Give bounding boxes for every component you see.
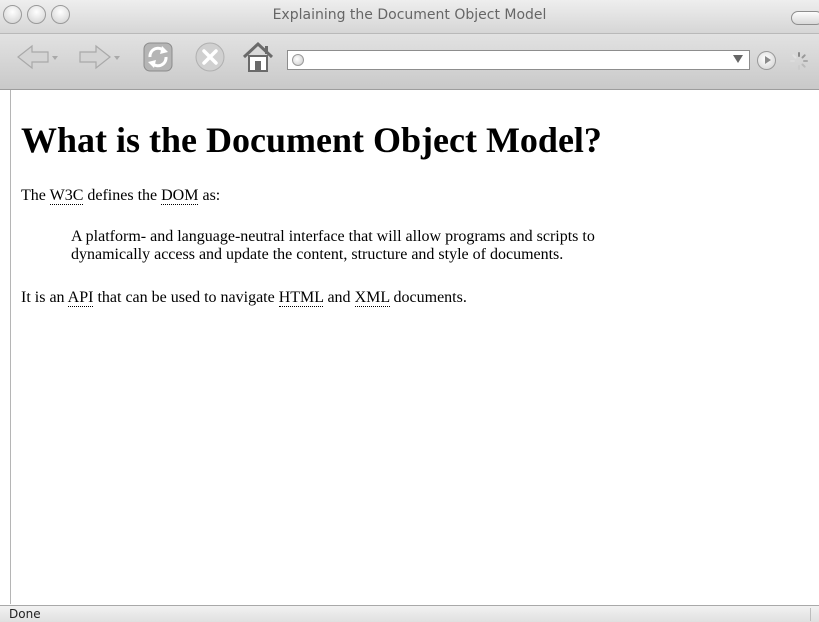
toolbar-toggle-button[interactable] bbox=[791, 11, 819, 25]
api-paragraph: It is an API that can be used to navigat… bbox=[21, 289, 467, 307]
reload-button[interactable] bbox=[138, 40, 178, 74]
address-dropdown-button[interactable] bbox=[733, 55, 743, 63]
quote-line-2: dynamically access and update the conten… bbox=[71, 246, 564, 263]
forward-button[interactable] bbox=[76, 40, 122, 74]
dom-definition-paragraph: The W3C defines the DOM as: bbox=[21, 187, 220, 205]
html-abbreviation[interactable]: HTML bbox=[278, 289, 324, 307]
status-text: Done bbox=[9, 607, 41, 621]
navigation-toolbar bbox=[0, 34, 819, 90]
stop-icon bbox=[195, 42, 225, 72]
api-text-end: documents. bbox=[389, 289, 467, 306]
browser-window: Explaining the Document Object Model Wha… bbox=[0, 0, 819, 622]
status-bar-panel bbox=[810, 608, 819, 621]
api-text-middle: that can be used to navigate bbox=[93, 289, 279, 306]
window-title: Explaining the Document Object Model bbox=[272, 7, 547, 23]
address-bar bbox=[287, 50, 750, 70]
loading-throbber-icon bbox=[790, 52, 808, 70]
go-button[interactable] bbox=[757, 51, 776, 70]
stop-button[interactable] bbox=[190, 40, 230, 74]
w3c-definition-quote: A platform- and language-neutral interfa… bbox=[71, 228, 595, 264]
intro-text-start: The bbox=[21, 187, 50, 204]
quote-line-1: A platform- and language-neutral interfa… bbox=[71, 228, 595, 245]
address-input[interactable] bbox=[310, 52, 710, 68]
reload-icon bbox=[143, 42, 173, 72]
dom-abbreviation[interactable]: DOM bbox=[161, 187, 199, 205]
xml-abbreviation[interactable]: XML bbox=[354, 289, 390, 307]
title-bar: Explaining the Document Object Model bbox=[0, 0, 819, 34]
back-button[interactable] bbox=[14, 40, 60, 74]
page-heading: What is the Document Object Model? bbox=[21, 120, 602, 160]
intro-text-end: as: bbox=[198, 187, 221, 204]
site-identity-icon bbox=[292, 54, 304, 66]
page-content: What is the Document Object Model? The W… bbox=[10, 90, 819, 604]
intro-text-middle: defines the bbox=[83, 187, 162, 204]
api-text-and: and bbox=[323, 289, 355, 306]
api-abbreviation[interactable]: API bbox=[67, 289, 94, 307]
status-bar: Done bbox=[0, 605, 819, 622]
back-arrow-icon bbox=[17, 44, 58, 70]
api-text-start: It is an bbox=[21, 289, 68, 306]
home-button[interactable] bbox=[238, 40, 278, 74]
home-icon bbox=[242, 41, 274, 72]
forward-arrow-icon bbox=[79, 44, 120, 70]
w3c-abbreviation[interactable]: W3C bbox=[49, 187, 84, 205]
